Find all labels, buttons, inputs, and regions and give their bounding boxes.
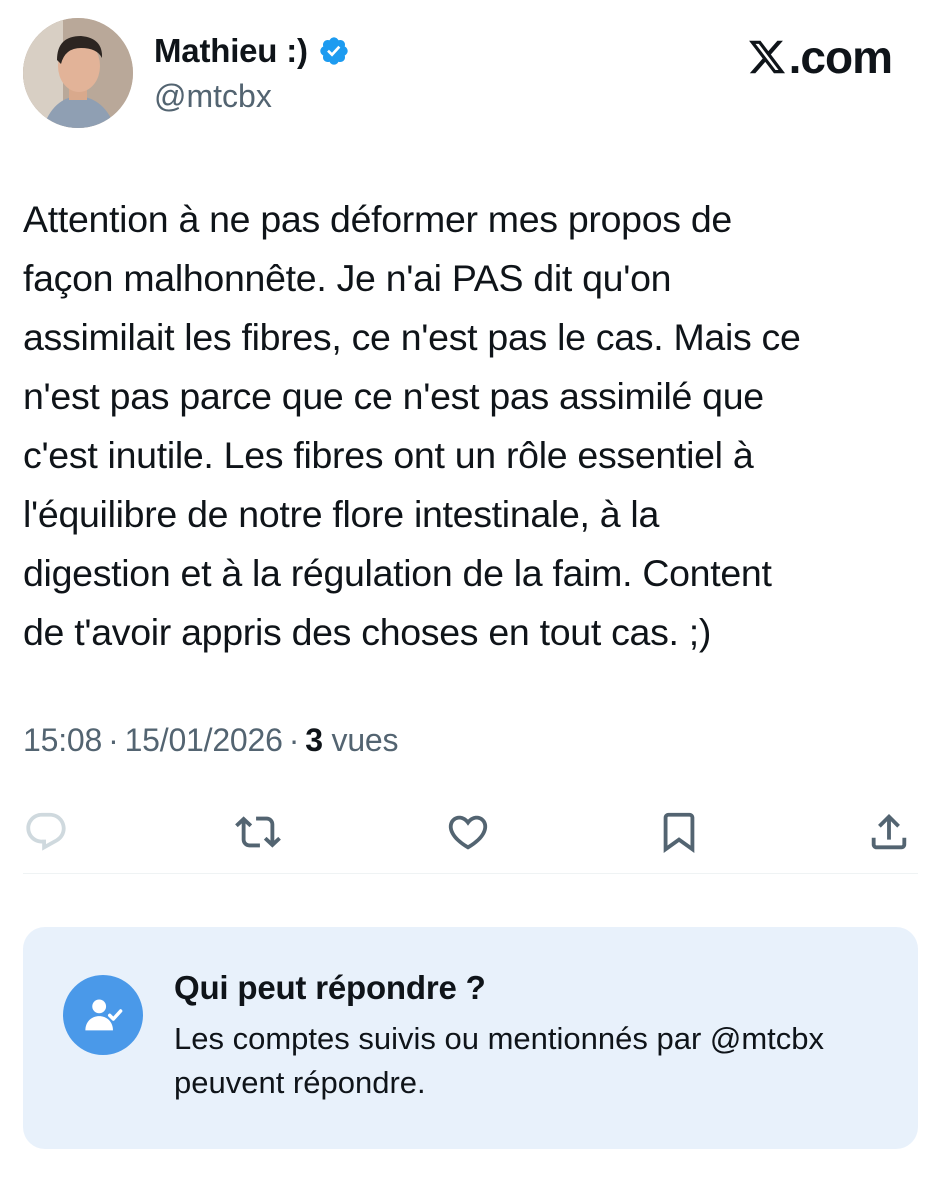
reply-icon: [26, 812, 66, 851]
like-button[interactable]: [441, 805, 495, 859]
reply-restriction-icon-circle: [63, 975, 143, 1055]
verified-badge-icon: [318, 35, 350, 67]
reply-restriction-title: Qui peut répondre ?: [174, 969, 486, 1006]
reply-restriction-notice: Qui peut répondre ? Les comptes suivis o…: [23, 927, 918, 1149]
heart-icon: [448, 815, 488, 850]
tweet-date[interactable]: 15/01/2026: [125, 722, 283, 758]
tweet-time[interactable]: 15:08: [23, 722, 102, 758]
views-label: vues: [331, 722, 399, 758]
bookmark-button[interactable]: [652, 805, 706, 859]
reply-restriction-description: Les comptes suivis ou mentionnés par @mt…: [174, 1021, 825, 1100]
author-handle[interactable]: @mtcbx: [154, 78, 272, 115]
reply-button[interactable]: [19, 805, 73, 859]
retweet-button[interactable]: [231, 805, 285, 859]
site-logo: .com: [747, 30, 893, 84]
tweet-meta: 15:08 · 15/01/2026 · 3 vues: [23, 722, 399, 759]
avatar[interactable]: [23, 18, 133, 128]
share-button[interactable]: [862, 805, 916, 859]
meta-separator: ·: [108, 722, 119, 758]
meta-separator: ·: [288, 722, 300, 758]
tweet-header: Mathieu :) @mtcbx .com: [0, 0, 940, 140]
bookmark-icon: [663, 812, 695, 853]
author-display-name[interactable]: Mathieu :): [154, 32, 308, 70]
tweet-actions-bar: [0, 800, 940, 864]
divider: [23, 873, 918, 874]
retweet-icon: [235, 816, 281, 848]
share-icon: [871, 813, 907, 850]
person-check-icon: [85, 999, 123, 1031]
author-name-row: Mathieu :): [154, 32, 350, 70]
site-logo-text: .com: [788, 31, 893, 83]
views-count: 3: [305, 722, 323, 758]
tweet-text: Attention à ne pas déformer mes propos d…: [23, 198, 801, 653]
x-logo-icon: [748, 40, 785, 74]
avatar-photo: [23, 18, 133, 128]
